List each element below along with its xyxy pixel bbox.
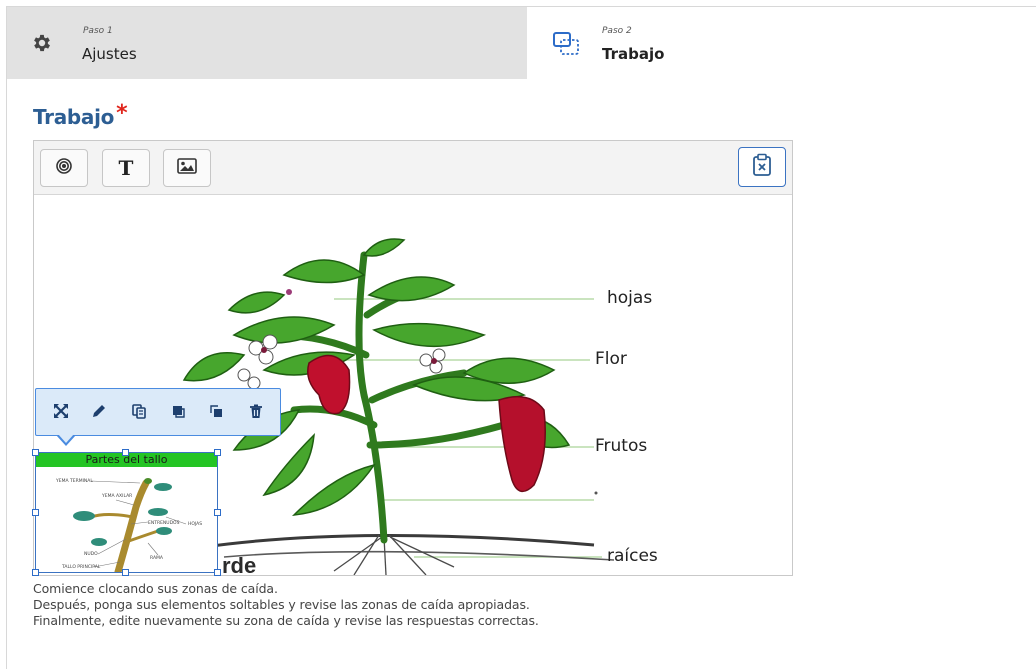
resize-handle[interactable] bbox=[122, 569, 129, 576]
remove-all-button[interactable] bbox=[738, 147, 786, 187]
image-icon bbox=[177, 157, 197, 179]
bring-front-icon[interactable] bbox=[169, 402, 187, 420]
diagram-label: YEMA TERMINAL bbox=[55, 478, 93, 484]
delete-icon[interactable] bbox=[247, 402, 265, 420]
step-number: Paso 1 bbox=[83, 26, 113, 36]
resize-handle[interactable] bbox=[32, 509, 39, 516]
resize-handle[interactable] bbox=[32, 569, 39, 576]
diagram-label: RAMA bbox=[150, 555, 164, 561]
label-hojas[interactable]: hojas bbox=[607, 288, 652, 308]
add-dropzone-button[interactable] bbox=[40, 149, 88, 187]
label-frutos[interactable]: Frutos bbox=[595, 436, 647, 456]
step-name: Trabajo bbox=[602, 45, 665, 63]
step-number: Paso 2 bbox=[602, 26, 632, 36]
copy-icon[interactable] bbox=[130, 402, 148, 420]
help-text: Comience clocando sus zonas de caída. De… bbox=[33, 581, 539, 629]
help-line: Finalmente, edite nuevamente su zona de … bbox=[33, 613, 539, 628]
tab-step-1[interactable]: Paso 1 Ajustes bbox=[7, 7, 527, 79]
resize-handle[interactable] bbox=[214, 569, 221, 576]
resize-handle[interactable] bbox=[32, 449, 39, 456]
expand-icon[interactable] bbox=[52, 402, 70, 420]
edit-icon[interactable] bbox=[90, 402, 108, 420]
gear-icon bbox=[31, 32, 53, 59]
tab-step-2[interactable]: Paso 2 Trabajo bbox=[527, 7, 1036, 79]
element-toolbar bbox=[35, 388, 281, 446]
required-mark: * bbox=[116, 101, 128, 126]
resize-handle[interactable] bbox=[214, 449, 221, 456]
diagram-label: HOJAS bbox=[188, 521, 202, 527]
resize-handle[interactable] bbox=[214, 509, 221, 516]
text-icon: T bbox=[118, 156, 134, 180]
diagram-label: YEMA AXILAR bbox=[101, 493, 132, 499]
section-title-text: Trabajo bbox=[33, 105, 115, 129]
help-line: Después, ponga sus elementos soltables y… bbox=[33, 597, 530, 612]
step-name: Ajustes bbox=[82, 45, 137, 63]
label-raices[interactable]: raíces bbox=[607, 546, 658, 566]
section-title: Trabajo* bbox=[33, 101, 128, 130]
watermark-text: rde bbox=[222, 553, 256, 575]
add-image-button[interactable] bbox=[163, 149, 211, 187]
resize-handle[interactable] bbox=[122, 449, 129, 456]
clipboard-delete-icon bbox=[752, 153, 772, 182]
diagram-label: NUDO bbox=[84, 551, 98, 557]
editor-toolbar: T bbox=[34, 141, 792, 195]
send-back-icon[interactable] bbox=[207, 402, 225, 420]
help-line: Comience clocando sus zonas de caída. bbox=[33, 581, 278, 596]
target-icon bbox=[55, 157, 73, 180]
label-flor[interactable]: Flor bbox=[595, 349, 627, 369]
dropzone-icon bbox=[552, 31, 582, 62]
diagram-label: TALLO PRINCIPAL bbox=[61, 564, 101, 570]
dropzone-element[interactable]: Partes del tallo YEMA TERMINAL YEMA AXIL… bbox=[35, 452, 218, 573]
stem-diagram: YEMA TERMINAL YEMA AXILAR ENTRENUDOS HOJ… bbox=[55, 478, 202, 572]
add-text-button[interactable]: T bbox=[102, 149, 150, 187]
toolbar-caret bbox=[56, 434, 76, 446]
diagram-label: ENTRENUDOS bbox=[148, 520, 180, 526]
